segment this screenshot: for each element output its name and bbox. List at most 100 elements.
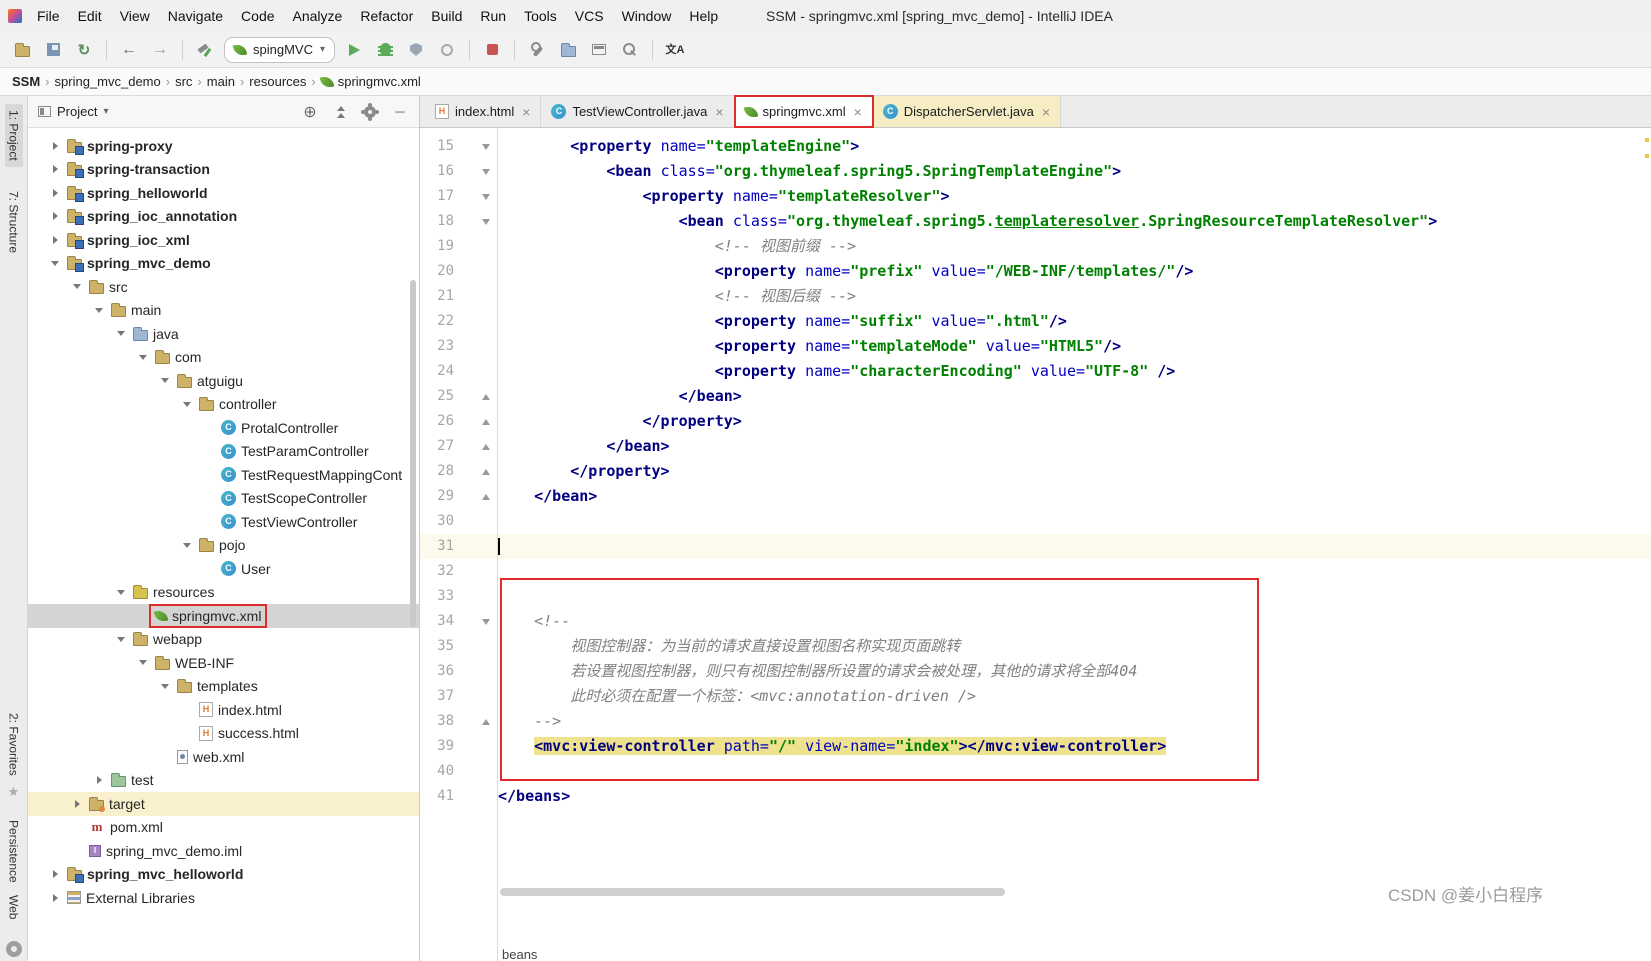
warning-mark[interactable] [1645,138,1649,142]
menu-run[interactable]: Run [471,2,515,30]
tree-row-java[interactable]: java [28,322,419,346]
translate-button[interactable]: 文A [663,38,687,62]
chevron-expanded-icon[interactable] [158,374,172,388]
tree-row-resources[interactable]: resources [28,581,419,605]
profiler-button[interactable] [435,38,459,62]
tree-row-spring-mvc-demo-iml[interactable]: Ispring_mvc_demo.iml [28,839,419,863]
menu-refactor[interactable]: Refactor [351,2,422,30]
search-button[interactable] [618,38,642,62]
chevron-expanded-icon[interactable] [180,397,194,411]
code-editor[interactable]: <property name="templateEngine"> <bean c… [498,128,1651,961]
tree-row-target[interactable]: target [28,792,419,816]
project-tree-scrollbar[interactable] [410,280,416,627]
tab-dispatcherservlet-java[interactable]: C DispatcherServlet.java × [872,96,1062,127]
tree-row-pojo[interactable]: pojo [28,534,419,558]
menu-analyze[interactable]: Analyze [284,2,352,30]
chevron-expanded-icon[interactable] [114,632,128,646]
back-button[interactable] [117,38,141,62]
chevron-collapsed-icon[interactable] [48,139,62,153]
chevron-collapsed-icon[interactable] [48,233,62,247]
close-icon[interactable]: × [1042,104,1050,120]
tool-window-button-1-project[interactable]: 1: Project [4,104,23,167]
chevron-collapsed-icon[interactable] [70,797,84,811]
coverage-button[interactable] [404,38,428,62]
close-icon[interactable]: × [522,104,530,120]
tree-row-testscopecontroller[interactable]: C TestScopeController [28,487,419,511]
menu-view[interactable]: View [111,2,159,30]
tree-row-webapp[interactable]: webapp [28,628,419,652]
fold-marker[interactable] [479,465,493,479]
tree-row-spring-ioc-annotation[interactable]: spring_ioc_annotation [28,205,419,229]
tree-row-external-libraries[interactable]: External Libraries [28,886,419,910]
tree-row-testparamcontroller[interactable]: C TestParamController [28,440,419,464]
tree-row-spring-mvc-helloworld[interactable]: spring_mvc_helloworld [28,863,419,887]
tree-row-spring-transaction[interactable]: spring-transaction [28,158,419,182]
tree-row-controller[interactable]: controller [28,393,419,417]
sync-button[interactable] [72,38,96,62]
chevron-collapsed-icon[interactable] [48,186,62,200]
tree-row-test[interactable]: test [28,769,419,793]
chevron-expanded-icon[interactable] [136,656,150,670]
debug-button[interactable] [373,38,397,62]
menu-window[interactable]: Window [613,2,681,30]
tab-springmvc-xml[interactable]: springmvc.xml × [733,95,874,128]
fold-marker[interactable] [479,190,493,204]
chevron-collapsed-icon[interactable] [48,891,62,905]
tree-row-testrequestmappingcont[interactable]: C TestRequestMappingCont [28,463,419,487]
save-button[interactable] [41,38,65,62]
chevron-expanded-icon[interactable] [114,327,128,341]
tab-index-html[interactable]: Hindex.html × [425,96,542,127]
tree-row-pom-xml[interactable]: m pom.xml [28,816,419,840]
tree-row-spring-mvc-demo[interactable]: spring_mvc_demo [28,252,419,276]
tool-window-button-persistence[interactable]: Persistence [5,814,23,889]
tree-row-web-xml[interactable]: web.xml [28,745,419,769]
forward-button[interactable] [148,38,172,62]
close-icon[interactable]: × [715,104,723,120]
breadcrumb-item-src[interactable]: src [175,74,192,89]
warning-mark[interactable] [1645,154,1649,158]
tree-row-springmvc-xml[interactable]: springmvc.xml [28,603,419,628]
fold-marker[interactable] [479,415,493,429]
tree-row-web-inf[interactable]: WEB-INF [28,651,419,675]
editor-breadcrumb[interactable]: beans [502,947,537,961]
folder-blue-button[interactable] [556,38,580,62]
build-button[interactable] [193,38,217,62]
fold-marker[interactable] [479,140,493,154]
menu-file[interactable]: File [28,2,69,30]
tree-row-protalcontroller[interactable]: C ProtalController [28,416,419,440]
fold-marker[interactable] [479,490,493,504]
chevron-expanded-icon[interactable] [92,303,106,317]
stop-button[interactable] [480,38,504,62]
fold-marker[interactable] [479,390,493,404]
menu-vcs[interactable]: VCS [566,2,613,30]
hide-button[interactable] [391,103,409,121]
tree-row-spring-ioc-xml[interactable]: spring_ioc_xml [28,228,419,252]
chevron-expanded-icon[interactable] [70,280,84,294]
settings-button[interactable] [361,103,379,121]
breadcrumb-item-spring-mvc-demo[interactable]: spring_mvc_demo [55,74,161,89]
menu-edit[interactable]: Edit [69,2,111,30]
chevron-collapsed-icon[interactable] [48,209,62,223]
breadcrumb-item-springmvc-xml[interactable]: springmvc.xml [319,74,421,89]
run-config-selector[interactable]: spingMVC ▾ [224,36,335,63]
tool-window-button-web[interactable]: Web [5,889,23,925]
tab-testviewcontroller-java[interactable]: C TestViewController.java × [541,96,735,127]
tree-row-spring-proxy[interactable]: spring-proxy [28,134,419,158]
collapse-button[interactable] [331,103,349,121]
tree-row-user[interactable]: C User [28,557,419,581]
breadcrumb-item-ssm[interactable]: SSM [12,74,40,89]
chevron-collapsed-icon[interactable] [48,162,62,176]
close-icon[interactable]: × [854,104,862,120]
tool-window-button-2-favorites[interactable]: 2: Favorites [5,707,23,782]
menu-tools[interactable]: Tools [515,2,566,30]
breadcrumb-item-main[interactable]: main [207,74,235,89]
tree-row-com[interactable]: com [28,346,419,370]
menu-code[interactable]: Code [232,2,283,30]
editor-hscrollbar[interactable] [500,888,1005,896]
fold-marker[interactable] [479,215,493,229]
tree-row-templates[interactable]: templates [28,675,419,699]
project-panel-title[interactable]: Project [57,104,97,119]
tree-row-success-html[interactable]: Hsuccess.html [28,722,419,746]
fold-marker[interactable] [479,715,493,729]
chevron-expanded-icon[interactable] [48,256,62,270]
